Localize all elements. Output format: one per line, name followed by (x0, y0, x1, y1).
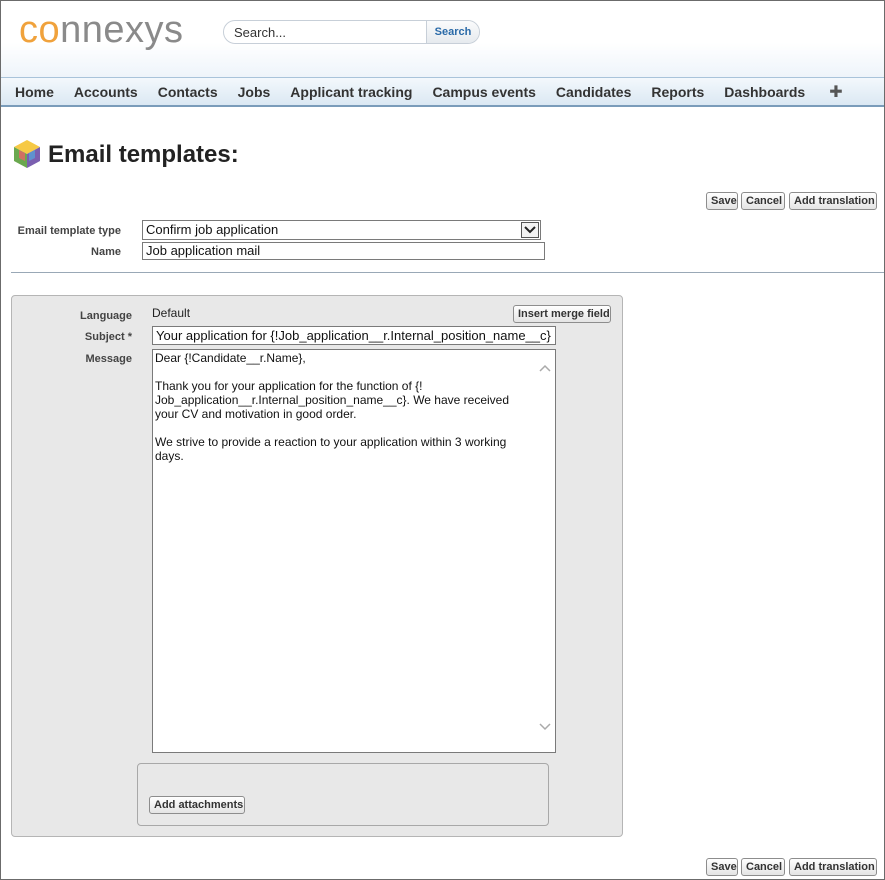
email-template-type-label: Email template type (17, 225, 121, 237)
language-label: Language (80, 310, 132, 322)
message-textarea[interactable]: Dear {!Candidate__r.Name}, Thank you for… (152, 349, 556, 753)
nav-tab-jobs[interactable]: Jobs (238, 84, 271, 100)
subject-field[interactable]: Your application for {!Job_application__… (152, 326, 556, 345)
search-button[interactable]: Search (427, 21, 479, 43)
logo-part-accent: co (19, 9, 61, 51)
section-divider (11, 272, 884, 273)
chevron-down-icon[interactable] (521, 222, 539, 238)
connexys-logo[interactable]: connexys (19, 9, 184, 52)
logo-part-main: nnexys (60, 9, 184, 51)
email-template-type-select[interactable]: Confirm job application (142, 220, 541, 240)
header: connexys Search (1, 1, 884, 77)
name-field[interactable]: Job application mail (142, 242, 545, 260)
add-translation-button-bottom[interactable]: Add translation (789, 858, 877, 876)
cube-icon (14, 140, 40, 168)
nav-tab-candidates[interactable]: Candidates (556, 84, 631, 100)
add-tab-icon[interactable]: ✚ (829, 82, 842, 102)
scroll-up-icon[interactable] (538, 363, 552, 373)
main-nav: Home Accounts Contacts Jobs Applicant tr… (1, 77, 884, 107)
page-title: Email templates: (48, 141, 239, 168)
subject-label: Subject * (84, 331, 132, 343)
save-button-bottom[interactable]: Save (706, 858, 738, 876)
save-button-top[interactable]: Save (706, 192, 738, 210)
nav-tab-reports[interactable]: Reports (651, 84, 704, 100)
attachments-box (137, 763, 549, 826)
email-template-type-value: Confirm job application (146, 222, 279, 237)
nav-tab-applicant-tracking[interactable]: Applicant tracking (290, 84, 412, 100)
message-label: Message (85, 353, 132, 365)
language-value: Default (152, 306, 191, 320)
nav-tab-contacts[interactable]: Contacts (158, 84, 218, 100)
nav-tab-campus-events[interactable]: Campus events (432, 84, 535, 100)
nav-tab-accounts[interactable]: Accounts (74, 84, 138, 100)
add-translation-button-top[interactable]: Add translation (789, 192, 877, 210)
name-label: Name (91, 246, 121, 258)
cancel-button-top[interactable]: Cancel (741, 192, 785, 210)
add-attachments-button[interactable]: Add attachments (149, 796, 245, 814)
insert-merge-field-button[interactable]: Insert merge field (513, 305, 611, 323)
search-input[interactable] (224, 21, 427, 43)
cancel-button-bottom[interactable]: Cancel (741, 858, 785, 876)
nav-tab-home[interactable]: Home (15, 84, 54, 100)
scroll-down-icon[interactable] (538, 722, 552, 732)
nav-tab-dashboards[interactable]: Dashboards (724, 84, 805, 100)
search-box: Search (223, 20, 480, 44)
